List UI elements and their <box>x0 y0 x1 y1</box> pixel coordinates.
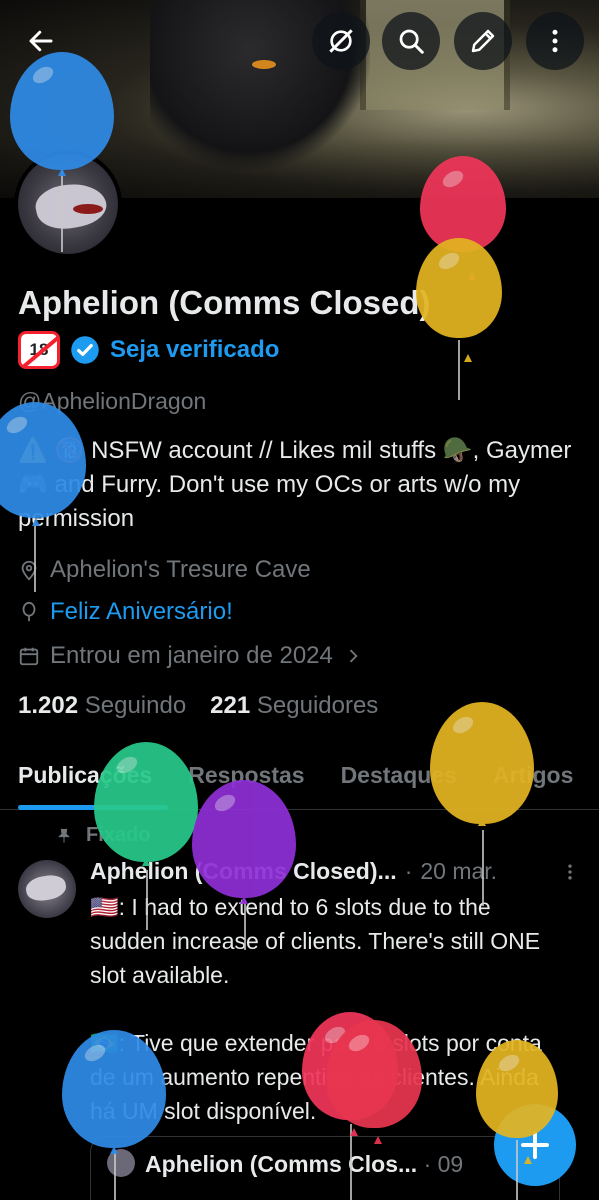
adult-content-icon: 18 <box>18 331 60 369</box>
balloon-string <box>482 830 484 906</box>
location-pin-icon <box>21 560 37 581</box>
chevron-right-icon <box>349 649 358 663</box>
profile-badges: 18 Seja verificado <box>18 331 279 369</box>
hide-button[interactable] <box>312 12 370 70</box>
balloon-string <box>34 522 36 592</box>
quoted-post-author: Aphelion (Comms Clos... <box>145 1151 418 1177</box>
avatar-dragon-eye <box>73 204 103 214</box>
profile-name: Aphelion (Comms Closed) <box>18 284 431 321</box>
following-link[interactable]: 1.202 Seguindo <box>18 692 186 720</box>
post-avatar-dragon <box>24 872 68 904</box>
balloon-yellow <box>430 702 534 824</box>
banner-dragon-eye <box>252 60 276 69</box>
balloon-yellow <box>476 1040 558 1138</box>
follow-stats: 1.202 Seguindo 221 Seguidores <box>18 692 378 720</box>
balloon-string <box>516 1140 518 1200</box>
post-more-button[interactable] <box>560 858 580 891</box>
quoted-post-header: Aphelion (Comms Clos... · 09 <box>145 1151 463 1178</box>
balloon-purple <box>192 780 296 898</box>
more-vertical-icon <box>552 29 558 53</box>
balloon-yellow <box>416 238 502 338</box>
followers-link[interactable]: 221 Seguidores <box>210 692 378 720</box>
balloon-green <box>94 742 198 862</box>
followers-count: 221 <box>210 692 251 719</box>
search-button[interactable] <box>382 12 440 70</box>
followers-label: Seguidores <box>256 692 379 719</box>
joined-text: Entrou em janeiro de 2024 <box>50 642 333 669</box>
calendar-icon <box>19 647 39 666</box>
post-separator: · <box>404 858 413 884</box>
post-author-avatar[interactable] <box>18 860 76 918</box>
birthday-text[interactable]: Feliz Aniversário! <box>50 598 233 626</box>
balloon-string <box>244 900 246 950</box>
pin-icon <box>58 828 70 843</box>
arrow-left-icon <box>29 30 53 52</box>
balloon-red <box>326 1020 422 1128</box>
profile-location: Aphelion's Tresure Cave <box>18 556 311 584</box>
location-text: Aphelion's Tresure Cave <box>50 556 311 583</box>
pencil-icon <box>471 29 495 53</box>
quoted-post-date: 09 <box>437 1151 464 1177</box>
more-button[interactable] <box>526 12 584 70</box>
profile-bio: ⚠️ 🔞 NSFW account // Likes mil stuffs 🪖,… <box>18 437 572 532</box>
quoted-post-separator: · <box>423 1151 432 1177</box>
balloon-string <box>114 1150 116 1200</box>
balloon-string <box>61 170 63 252</box>
more-vertical-icon <box>568 864 572 880</box>
balloon-blue <box>10 52 114 170</box>
verified-badge-icon[interactable] <box>70 335 100 365</box>
balloon-string <box>146 870 148 930</box>
get-verified-link[interactable]: Seja verificado <box>110 336 279 364</box>
edit-button[interactable] <box>454 12 512 70</box>
adult-content-label: 18 <box>29 340 49 359</box>
following-count: 1.202 <box>18 692 79 719</box>
balloon-blue <box>0 402 86 518</box>
post-header: Aphelion (Comms Closed)... · 20 mar. <box>90 858 497 885</box>
post-date[interactable]: 20 mar. <box>420 858 497 885</box>
search-icon <box>399 29 424 54</box>
balloon-blue <box>62 1030 166 1148</box>
quoted-post[interactable]: Aphelion (Comms Clos... · 09 <box>90 1136 560 1200</box>
balloon-string <box>458 340 460 400</box>
profile-joined[interactable]: Entrou em janeiro de 2024 <box>18 642 363 670</box>
profile-birthday[interactable]: Feliz Aniversário! <box>18 598 233 626</box>
following-label: Seguindo <box>84 692 187 719</box>
eye-off-icon <box>329 29 353 53</box>
balloon-icon <box>22 601 36 622</box>
